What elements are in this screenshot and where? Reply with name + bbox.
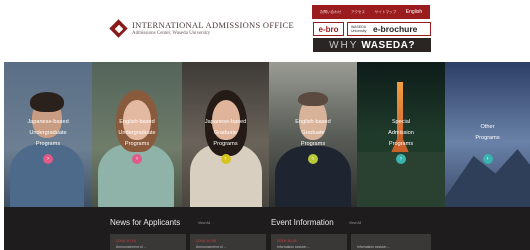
- logo-subtitle: Admissions Center, Waseda University: [132, 31, 211, 36]
- event-section-title: Event Information: [271, 218, 334, 227]
- site-logo[interactable]: INTERNATIONAL ADMISSIONS OFFICE Admissio…: [109, 19, 294, 38]
- news-section: News for Applicants View All Event Infor…: [4, 207, 530, 250]
- ebrochure-label: e-brochure: [373, 24, 418, 34]
- panel-label: Other Programs: [475, 124, 500, 141]
- panel-label: Special Admission Programs: [388, 119, 414, 147]
- news-card[interactable]: 2018.10.05 Announcement of ...: [190, 234, 266, 250]
- chevron-right-icon[interactable]: ›: [308, 154, 318, 164]
- logo-title: INTERNATIONAL ADMISSIONS OFFICE: [132, 20, 294, 30]
- program-hero: Japanese-based Undergraduate Programs › …: [4, 62, 530, 207]
- chevron-right-icon[interactable]: ›: [482, 154, 493, 164]
- chevron-right-icon[interactable]: ›: [396, 154, 406, 164]
- news-date: 2018.10.10: [116, 238, 137, 243]
- panel-label: English-based Undergraduate Programs: [118, 119, 156, 147]
- event-view-all-link[interactable]: View All: [349, 221, 361, 225]
- news-card[interactable]: 2018.10.10 Announcement of ...: [110, 234, 186, 250]
- nav-english-link[interactable]: English: [406, 9, 422, 15]
- news-view-all-link[interactable]: View All: [198, 221, 210, 225]
- program-panel-japanese-undergraduate[interactable]: Japanese-based Undergraduate Programs ›: [4, 62, 92, 207]
- news-text: Announcement of ...: [196, 245, 227, 249]
- why-waseda-banner[interactable]: WHY WASEDA?: [313, 38, 431, 52]
- ebrochure-button[interactable]: WASEDA University e-brochure: [347, 22, 431, 36]
- waseda-label: WASEDA?: [361, 39, 415, 51]
- site-header: INTERNATIONAL ADMISSIONS OFFICE Admissio…: [0, 0, 530, 60]
- why-label: WHY: [329, 39, 359, 51]
- program-panel-other[interactable]: Other Programs ›: [445, 62, 530, 207]
- program-panel-english-undergraduate[interactable]: English-based Undergraduate Programs ›: [92, 62, 182, 207]
- program-panel-japanese-graduate[interactable]: Japanese-based Graduate Programs ›: [182, 62, 269, 207]
- news-date: 2018.10.05: [196, 238, 217, 243]
- logo-mark-icon: [109, 19, 128, 38]
- panel-label: English-based Graduate Programs: [295, 119, 331, 147]
- nav-access-link[interactable]: アクセス: [351, 10, 365, 15]
- event-card[interactable]: 2018.10.01 Information session ...: [271, 234, 347, 250]
- event-text: Information session ...: [277, 245, 311, 249]
- program-panel-special-admission[interactable]: Special Admission Programs ›: [357, 62, 445, 207]
- nav-sitemap-link[interactable]: サイトマップ: [375, 10, 397, 15]
- event-text: Information session ...: [357, 245, 391, 249]
- news-section-title: News for Applicants: [110, 218, 181, 227]
- program-panel-english-graduate[interactable]: English-based Graduate Programs ›: [269, 62, 357, 207]
- event-date: 2018.10.01: [277, 238, 298, 243]
- ebrochure-small-text: WASEDA University: [351, 25, 367, 33]
- chevron-right-icon[interactable]: ›: [132, 154, 142, 164]
- nav-contact-link[interactable]: お問い合わせ: [320, 10, 342, 15]
- panel-label: Japanese-based Graduate Programs: [204, 119, 247, 147]
- news-text: Announcement of ...: [116, 245, 147, 249]
- ebro-button[interactable]: e-bro: [313, 22, 344, 36]
- chevron-right-icon[interactable]: ›: [220, 154, 231, 164]
- event-card[interactable]: Information session ...: [351, 234, 431, 250]
- panel-label: Japanese-based Undergraduate Programs: [27, 119, 69, 147]
- chevron-right-icon[interactable]: ›: [43, 154, 53, 164]
- top-utility-nav: お問い合わせ アクセス サイトマップ English: [312, 5, 430, 19]
